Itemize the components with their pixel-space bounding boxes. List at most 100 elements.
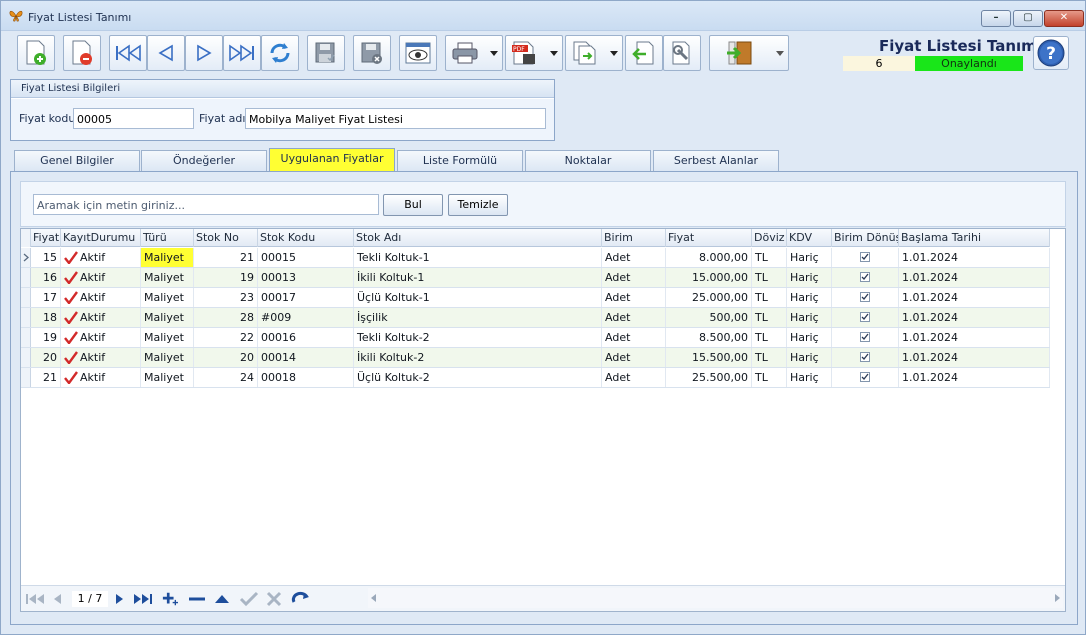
save-button[interactable] <box>307 35 345 71</box>
col-fiyat-cell[interactable]: 8.000,00 <box>666 248 752 267</box>
previous-record-button[interactable] <box>147 35 185 71</box>
col-birim-donustur-cell[interactable] <box>832 248 899 267</box>
scroll-left-icon[interactable] <box>370 593 378 603</box>
col-stok-kodu-cell[interactable]: 00014 <box>258 348 354 367</box>
row-indicator[interactable] <box>21 268 31 287</box>
preview-button[interactable] <box>399 35 437 71</box>
tab-general-info[interactable]: Genel Bilgiler <box>14 150 140 171</box>
unit-convert-checkbox[interactable] <box>860 372 870 382</box>
col-doviz-cell[interactable]: TL <box>752 268 787 287</box>
col-birim-cell[interactable]: Adet <box>602 248 666 267</box>
col-fiyat-no-cell[interactable]: 15 <box>31 248 61 267</box>
export-dropdown-button[interactable] <box>565 35 623 71</box>
col-stok-no-header[interactable]: Stok No <box>194 229 258 247</box>
col-stok-kodu-cell[interactable]: 00016 <box>258 328 354 347</box>
col-doviz-header[interactable]: Döviz <box>752 229 787 247</box>
col-stok-no-cell[interactable]: 24 <box>194 368 258 387</box>
unit-convert-checkbox[interactable] <box>860 272 870 282</box>
close-button[interactable]: ✕ <box>1044 10 1084 27</box>
nav-last-icon[interactable] <box>133 591 155 607</box>
col-stok-adi-header[interactable]: Stok Adı <box>354 229 602 247</box>
unit-convert-checkbox[interactable] <box>860 352 870 362</box>
nav-append-icon[interactable] <box>159 591 181 607</box>
find-button[interactable]: Bul <box>383 194 443 216</box>
row-indicator[interactable] <box>21 288 31 307</box>
col-kdv-header[interactable]: KDV <box>787 229 832 247</box>
price-code-input[interactable]: 00005 <box>73 108 194 129</box>
refresh-button[interactable] <box>261 35 299 71</box>
col-baslama-tarihi-cell[interactable]: 1.01.2024 <box>899 288 1050 307</box>
col-stok-adi-cell[interactable]: Üçlü Koltuk-2 <box>354 368 602 387</box>
col-fiyat-cell[interactable]: 25.500,00 <box>666 368 752 387</box>
col-stok-adi-cell[interactable]: Üçlü Koltuk-1 <box>354 288 602 307</box>
tab-defaults[interactable]: Öndeğerler <box>141 150 267 171</box>
col-fiyat-no-header[interactable]: Fiyat <box>31 229 61 247</box>
clear-button[interactable]: Temizle <box>448 194 508 216</box>
col-kayit-durumu-cell[interactable]: Aktif <box>61 268 141 287</box>
col-birim-donustur-cell[interactable] <box>832 288 899 307</box>
col-fiyat-cell[interactable]: 8.500,00 <box>666 328 752 347</box>
col-baslama-tarihi-cell[interactable]: 1.01.2024 <box>899 348 1050 367</box>
row-indicator[interactable] <box>21 328 31 347</box>
import-button[interactable] <box>625 35 663 71</box>
table-row[interactable]: 20 Aktif Maliyet 20 00014 İkili Koltuk-2 Adet 1… <box>21 348 1050 368</box>
col-turu-cell[interactable]: Maliyet <box>141 328 194 347</box>
col-turu-cell[interactable]: Maliyet <box>141 368 194 387</box>
col-fiyat-no-cell[interactable]: 20 <box>31 348 61 367</box>
col-stok-kodu-cell[interactable]: 00015 <box>258 248 354 267</box>
col-fiyat-cell[interactable]: 15.000,00 <box>666 268 752 287</box>
nav-first-icon[interactable] <box>25 591 45 607</box>
tab-applied-prices[interactable]: Uygulanan Fiyatlar <box>269 148 395 172</box>
nav-delete-icon[interactable] <box>187 591 207 607</box>
next-record-button[interactable] <box>185 35 223 71</box>
col-fiyat-cell[interactable]: 25.000,00 <box>666 288 752 307</box>
col-kayit-durumu-cell[interactable]: Aktif <box>61 248 141 267</box>
row-indicator[interactable] <box>21 368 31 387</box>
col-doviz-cell[interactable]: TL <box>752 348 787 367</box>
col-birim-cell[interactable]: Adet <box>602 308 666 327</box>
col-birim-donustur-cell[interactable] <box>832 348 899 367</box>
col-stok-no-cell[interactable]: 28 <box>194 308 258 327</box>
col-birim-donustur-cell[interactable] <box>832 308 899 327</box>
col-fiyat-no-cell[interactable]: 17 <box>31 288 61 307</box>
col-stok-kodu-cell[interactable]: 00013 <box>258 268 354 287</box>
col-doviz-cell[interactable]: TL <box>752 288 787 307</box>
col-birim-cell[interactable]: Adet <box>602 288 666 307</box>
pdf-export-dropdown-button[interactable]: PDF <box>505 35 563 71</box>
col-turu-cell[interactable]: Maliyet <box>141 288 194 307</box>
print-dropdown-button[interactable] <box>445 35 503 71</box>
col-stok-no-cell[interactable]: 20 <box>194 348 258 367</box>
row-indicator[interactable] <box>21 348 31 367</box>
col-stok-adi-cell[interactable]: Tekli Koltuk-1 <box>354 248 602 267</box>
search-input[interactable]: Aramak için metin giriniz... <box>33 194 379 215</box>
col-stok-adi-cell[interactable]: Tekli Koltuk-2 <box>354 328 602 347</box>
col-baslama-tarihi-cell[interactable]: 1.01.2024 <box>899 248 1050 267</box>
row-indicator[interactable] <box>21 248 31 267</box>
col-birim-cell[interactable]: Adet <box>602 348 666 367</box>
col-turu-cell[interactable]: Maliyet <box>141 248 194 267</box>
col-baslama-tarihi-cell[interactable]: 1.01.2024 <box>899 368 1050 387</box>
col-birim-cell[interactable]: Adet <box>602 368 666 387</box>
tab-list-formula[interactable]: Liste Formülü <box>397 150 523 171</box>
col-stok-kodu-header[interactable]: Stok Kodu <box>258 229 354 247</box>
col-birim-cell[interactable]: Adet <box>602 328 666 347</box>
col-stok-no-cell[interactable]: 19 <box>194 268 258 287</box>
col-birim-donustur-header[interactable]: Birim Dönüştü <box>832 229 899 247</box>
table-row[interactable]: 18 Aktif Maliyet 28 #009 İşçilik Adet 500,00 TL H… <box>21 308 1050 328</box>
col-kdv-cell[interactable]: Hariç <box>787 248 832 267</box>
table-row[interactable]: 17 Aktif Maliyet 23 00017 Üçlü Koltuk-1 Adet 25… <box>21 288 1050 308</box>
nav-edit-icon[interactable] <box>213 591 231 607</box>
col-doviz-cell[interactable]: TL <box>752 368 787 387</box>
col-baslama-tarihi-cell[interactable]: 1.01.2024 <box>899 268 1050 287</box>
col-stok-kodu-cell[interactable]: 00017 <box>258 288 354 307</box>
new-record-button[interactable] <box>17 35 55 71</box>
nav-previous-icon[interactable] <box>51 591 65 607</box>
col-kayit-durumu-header[interactable]: KayıtDurumu <box>61 229 141 247</box>
col-stok-adi-cell[interactable]: İkili Koltuk-2 <box>354 348 602 367</box>
col-doviz-cell[interactable]: TL <box>752 248 787 267</box>
col-birim-donustur-cell[interactable] <box>832 268 899 287</box>
col-birim-donustur-cell[interactable] <box>832 368 899 387</box>
col-kayit-durumu-cell[interactable]: Aktif <box>61 328 141 347</box>
table-row[interactable]: 21 Aktif Maliyet 24 00018 Üçlü Koltuk-2 Adet 25… <box>21 368 1050 388</box>
col-stok-no-cell[interactable]: 23 <box>194 288 258 307</box>
